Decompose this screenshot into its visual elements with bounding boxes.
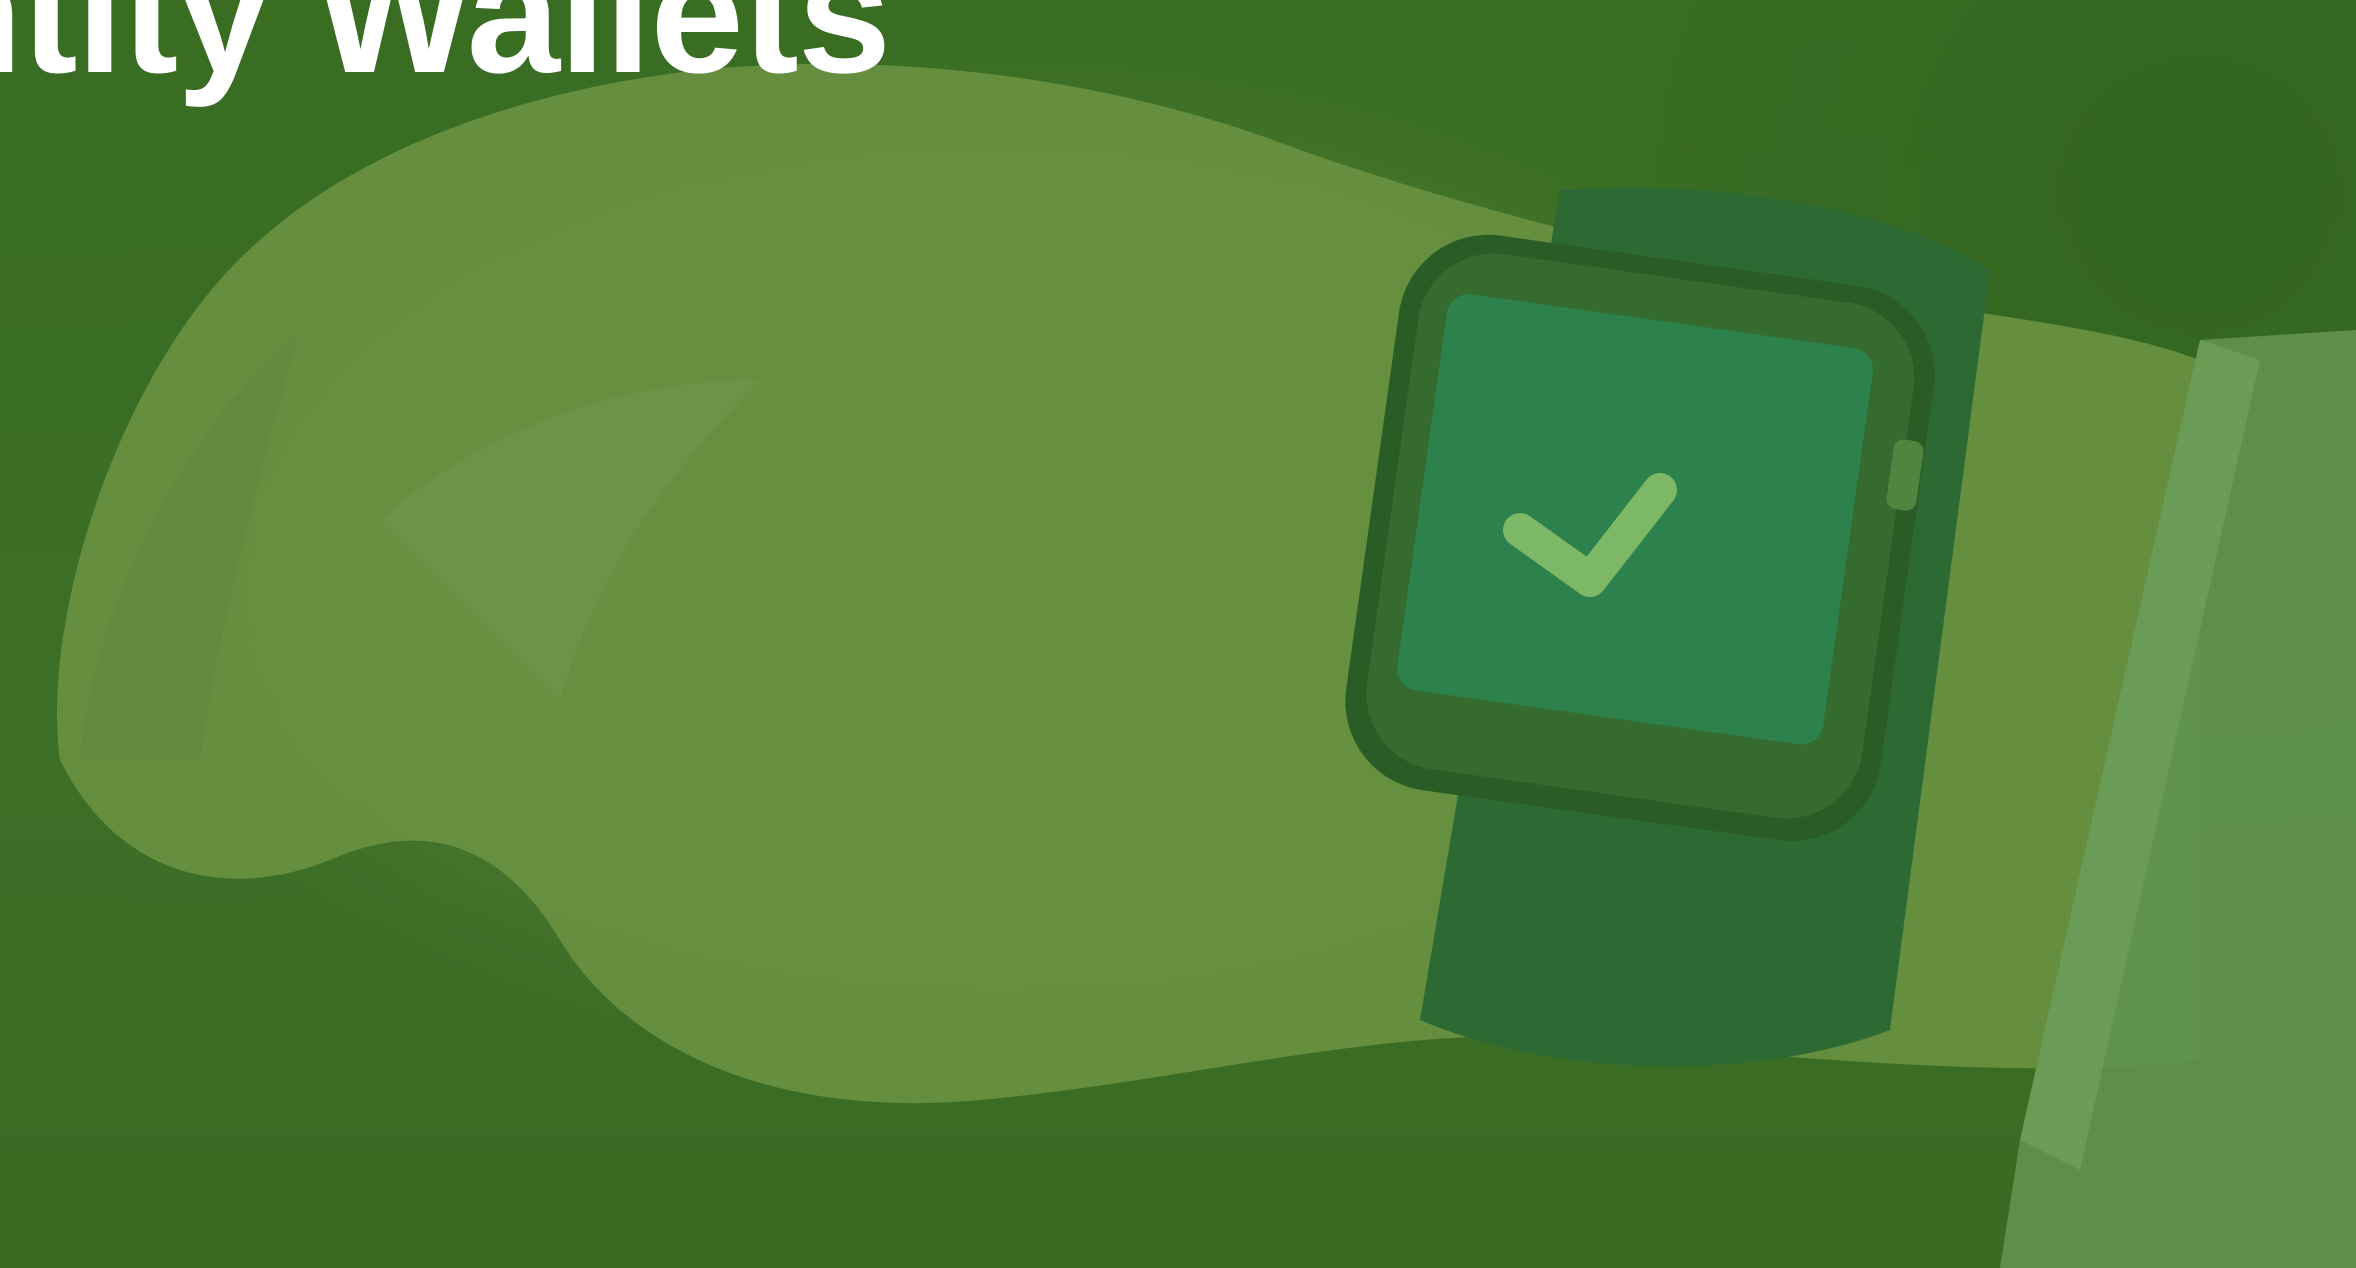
hero-banner: ntity Wallets bbox=[0, 0, 2356, 1268]
hero-image bbox=[0, 0, 2356, 1268]
hero-title: ntity Wallets bbox=[0, 0, 891, 108]
